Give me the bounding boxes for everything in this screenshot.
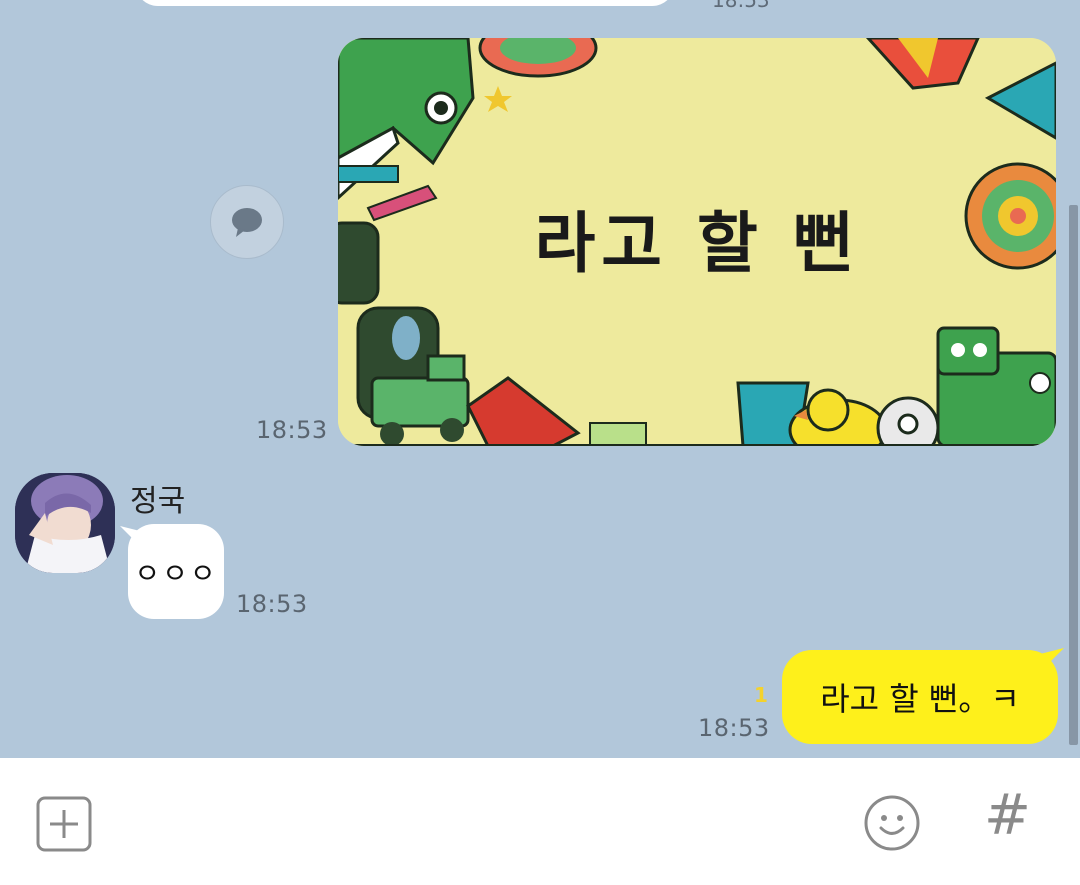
chat-area[interactable]: 18:53 라고 할 뻔 18:53 정국 ㅇㅇㅇ 18:53 1 18:53 … xyxy=(0,0,1080,758)
smile-icon[interactable] xyxy=(862,793,922,853)
previous-message-time: 18:53 xyxy=(712,0,770,12)
speech-bubble-icon xyxy=(232,208,262,237)
avatar[interactable] xyxy=(15,473,115,573)
image-message[interactable]: 라고 할 뻔 xyxy=(338,38,1056,446)
hashtag-button[interactable]: # xyxy=(984,788,1031,844)
outgoing-message-time: 18:53 xyxy=(698,714,770,742)
incoming-message-time: 18:53 xyxy=(236,590,308,618)
scrollbar[interactable] xyxy=(1069,205,1078,745)
profile-photo xyxy=(15,473,115,573)
share-button[interactable] xyxy=(210,185,284,259)
image-caption: 라고 할 뻔 xyxy=(535,205,860,282)
unread-count: 1 xyxy=(754,683,768,707)
outgoing-message-bubble[interactable]: 라고 할 뻔。ㅋ xyxy=(782,650,1058,744)
image-message-time: 18:53 xyxy=(256,416,328,444)
sender-name: 정국 xyxy=(130,484,186,519)
previous-message-bubble[interactable] xyxy=(135,0,675,6)
incoming-message-bubble[interactable]: ㅇㅇㅇ xyxy=(128,524,224,619)
toy-illustration-image: 라고 할 뻔 xyxy=(338,38,1056,446)
plus-box-icon[interactable] xyxy=(36,796,92,852)
